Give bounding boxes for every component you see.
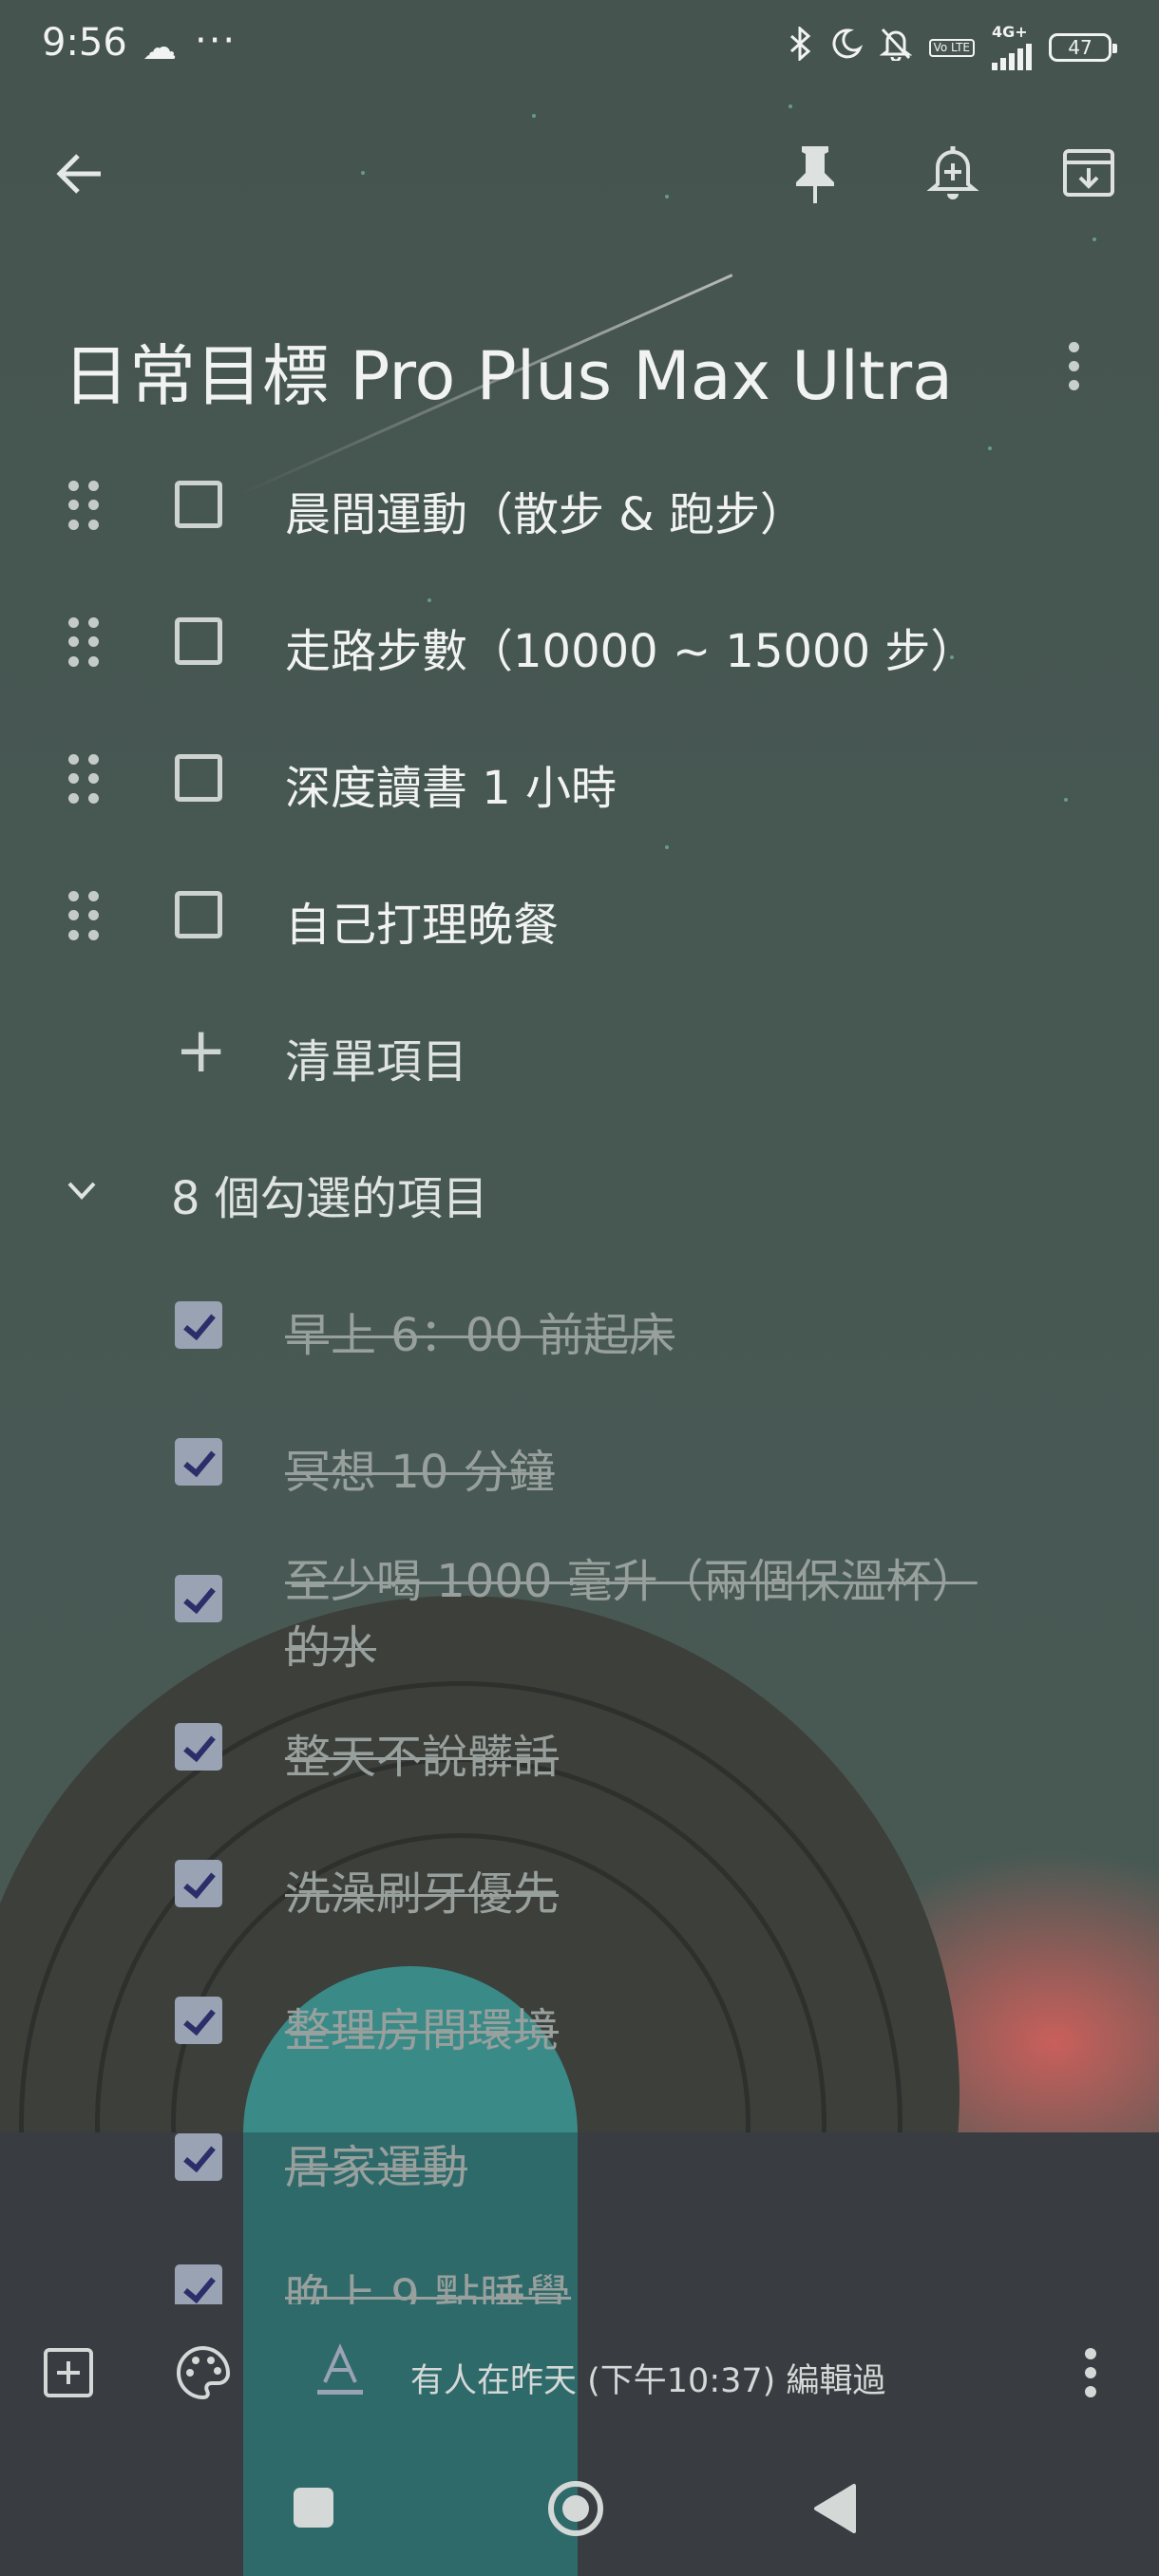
pin-icon[interactable] — [790, 142, 840, 211]
checkbox-checked[interactable] — [175, 1997, 222, 2044]
bell-off-icon — [879, 27, 913, 69]
moon-icon — [830, 28, 863, 68]
checked-list-item: 居家運動 — [0, 2111, 1159, 2206]
text-format-icon[interactable] — [314, 2342, 367, 2403]
back-triangle-icon[interactable] — [812, 2482, 858, 2539]
checked-list-item: 晚上 9 點睡覺 — [0, 2247, 1159, 2304]
item-text[interactable]: 早上 6：00 前起床 — [285, 1297, 674, 1364]
checked-items-toggle[interactable]: 8 個勾選的項目 — [0, 1142, 1159, 1237]
system-nav-bar — [0, 2451, 1159, 2576]
status-time: 9:56 — [42, 21, 127, 65]
item-text[interactable]: 走路步數（10000 ~ 15000 步） — [285, 614, 976, 680]
checked-list-item: 至少喝 1000 毫升（兩個保溫杯）的水 — [0, 1552, 1159, 1685]
note-title[interactable]: 日常目標 Pro Plus Max Ultra — [63, 323, 953, 419]
drag-handle-icon[interactable] — [68, 891, 101, 940]
item-text[interactable]: 深度讀書 1 小時 — [285, 750, 617, 817]
signal-icon: 4G+ — [992, 25, 1032, 70]
list-item: 自己打理晚餐 — [0, 868, 1159, 963]
item-text[interactable]: 整理房間環境 — [285, 1993, 559, 2059]
add-item-label: 清單項目 — [285, 1035, 468, 1089]
bluetooth-icon — [788, 25, 813, 69]
checked-items-count: 8 個勾選的項目 — [171, 1172, 488, 1225]
checked-list-item: 早上 6：00 前起床 — [0, 1279, 1159, 1373]
list-item: 深度讀書 1 小時 — [0, 731, 1159, 826]
checkbox[interactable] — [175, 481, 222, 528]
status-bar: 9:56 ☁ ··· Vo LTE 4G+ 47 — [0, 0, 1159, 95]
checkbox-checked[interactable] — [175, 2264, 222, 2304]
list-item: 晨間運動（散步 & 跑步） — [0, 458, 1159, 553]
add-reminder-icon[interactable] — [926, 142, 979, 205]
home-circle-icon[interactable] — [546, 2479, 605, 2542]
recents-square-icon[interactable] — [291, 2485, 336, 2534]
item-text[interactable]: 晚上 9 點睡覺 — [285, 2259, 571, 2304]
checkbox[interactable] — [175, 754, 222, 802]
drag-handle-icon[interactable] — [68, 617, 101, 667]
item-text[interactable]: 整天不說髒話 — [285, 1719, 559, 1786]
item-text[interactable]: 至少喝 1000 毫升（兩個保溫杯）的水 — [285, 1548, 988, 1681]
checked-list-item: 洗澡刷牙優先 — [0, 1837, 1159, 1932]
checkbox-checked[interactable] — [175, 1575, 222, 1622]
checked-list-item: 整天不說髒話 — [0, 1700, 1159, 1795]
checked-list-item: 整理房間環境 — [0, 1974, 1159, 2069]
palette-icon[interactable] — [175, 2344, 232, 2405]
more-vert-icon[interactable] — [1083, 2346, 1098, 2403]
drag-handle-icon[interactable] — [68, 481, 101, 530]
item-text[interactable]: 居家運動 — [285, 2130, 467, 2196]
item-text[interactable]: 晨間運動（散步 & 跑步） — [285, 477, 806, 543]
checkbox-checked[interactable] — [175, 1438, 222, 1486]
drag-handle-icon[interactable] — [68, 754, 101, 804]
back-arrow-icon[interactable] — [53, 147, 106, 204]
checkbox-checked[interactable] — [175, 2133, 222, 2181]
cloud-icon: ☁ — [142, 28, 177, 67]
last-edited-text: 有人在昨天 (下午10:37) 編輯過 — [410, 2362, 886, 2400]
add-list-item-button[interactable]: + 清單項目 — [0, 1005, 1159, 1100]
archive-icon[interactable] — [1061, 147, 1116, 202]
chevron-down-icon — [67, 1182, 96, 1200]
checked-list-item: 冥想 10 分鐘 — [0, 1415, 1159, 1510]
battery-level: 47 — [1068, 36, 1092, 59]
battery-icon: 47 — [1049, 33, 1117, 62]
more-vert-icon[interactable] — [1054, 342, 1092, 399]
add-box-icon[interactable] — [42, 2346, 95, 2403]
item-text[interactable]: 自己打理晚餐 — [285, 887, 559, 954]
checkbox-checked[interactable] — [175, 1723, 222, 1771]
list-item: 走路步數（10000 ~ 15000 步） — [0, 595, 1159, 690]
note-bottom-bar: 有人在昨天 (下午10:37) 編輯過 — [0, 2318, 1159, 2432]
network-type: 4G+ — [992, 23, 1028, 41]
item-text[interactable]: 冥想 10 分鐘 — [285, 1434, 555, 1501]
volte-icon: Vo LTE — [928, 38, 975, 57]
plus-icon: + — [175, 1013, 228, 1087]
checkbox-checked[interactable] — [175, 1860, 222, 1907]
checkbox[interactable] — [175, 891, 222, 938]
item-text[interactable]: 洗澡刷牙優先 — [285, 1856, 559, 1923]
checkbox-checked[interactable] — [175, 1301, 222, 1349]
status-more: ··· — [195, 19, 238, 63]
checkbox[interactable] — [175, 617, 222, 665]
